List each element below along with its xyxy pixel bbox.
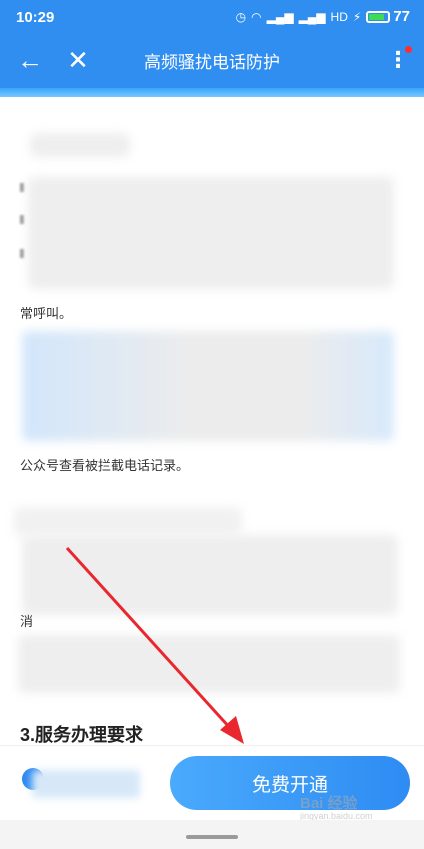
battery-icon xyxy=(366,10,391,23)
free-activate-button[interactable]: 免费开通 xyxy=(170,756,410,810)
blurred-paragraph-3 xyxy=(22,535,398,615)
blurred-paragraph-1 xyxy=(28,177,394,289)
article-content: 常呼叫。 公众号查看被拦截电话记录。 消 3.服务办理要求 xyxy=(0,97,424,745)
battery-level: 77 xyxy=(393,8,410,25)
page-title: 高频骚扰电话防护 xyxy=(144,53,280,72)
hd-icon: HD xyxy=(330,9,348,24)
charging-icon: ⚡ xyxy=(352,9,362,24)
blurred-bullet xyxy=(20,249,24,258)
section-heading-service-requirements: 3.服务办理要求 xyxy=(20,725,144,745)
home-gesture-handle[interactable] xyxy=(186,835,238,839)
baidu-watermark: Bai 经验 jingyan.baidu.com xyxy=(300,792,373,821)
signal-icon: ▂▄▆ xyxy=(298,9,326,24)
header-divider xyxy=(0,88,424,97)
notification-dot xyxy=(405,46,412,53)
paragraph-3-fragment: 消 xyxy=(20,614,34,629)
status-time: 10:29 xyxy=(16,9,55,26)
alarm-icon: ◷ xyxy=(235,9,247,24)
blurred-heading-2 xyxy=(14,507,242,535)
status-bar: 10:29 ◷ ◠ ▂▄▆ ▂▄▆ HD ⚡ 77 xyxy=(0,0,424,34)
status-icons: ◷ ◠ ▂▄▆ ▂▄▆ HD ⚡ 77 xyxy=(236,8,410,25)
battery-indicator: 77 xyxy=(366,8,410,25)
paragraph-1-tail: 常呼叫。 xyxy=(20,306,73,321)
back-arrow-icon[interactable]: ← xyxy=(14,44,46,76)
watermark-text: Bai 经验 xyxy=(300,795,358,812)
blurred-heading-1 xyxy=(30,133,130,157)
blurred-bullet xyxy=(20,183,24,192)
wifi-icon: ◠ xyxy=(251,9,262,24)
system-nav-bar xyxy=(0,820,424,849)
blurred-bullet xyxy=(20,215,24,224)
blurred-agreement-text xyxy=(32,770,140,798)
paragraph-2-tail: 公众号查看被拦截电话记录。 xyxy=(20,458,190,473)
nav-header: ← ✕ 高频骚扰电话防护 ⋮ xyxy=(0,34,424,88)
signal-icon: ▂▄▆ xyxy=(266,9,294,24)
blurred-paragraph-4 xyxy=(18,635,400,693)
app-header-area: 10:29 ◷ ◠ ▂▄▆ ▂▄▆ HD ⚡ 77 ← ✕ 高频骚扰电话防护 ⋮ xyxy=(0,0,424,97)
blurred-paragraph-2 xyxy=(22,331,394,441)
close-icon[interactable]: ✕ xyxy=(62,44,94,76)
